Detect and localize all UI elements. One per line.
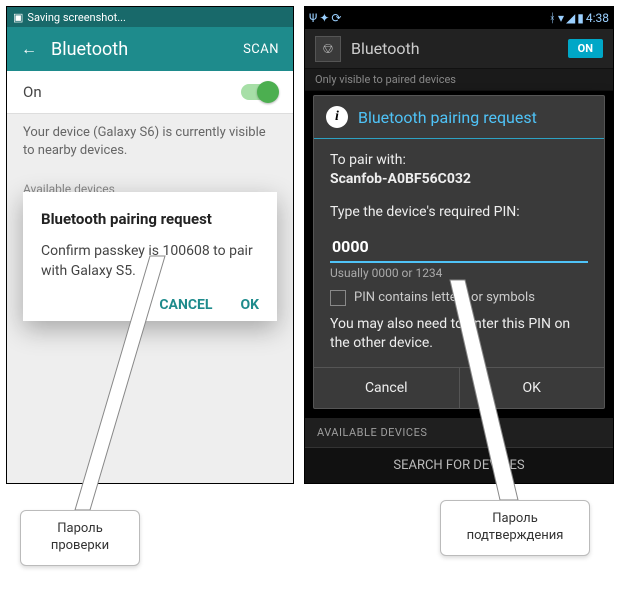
checkbox-row[interactable]: PIN contains letters or symbols <box>330 289 588 307</box>
available-devices-label: AVAILABLE DEVICES <box>305 418 613 447</box>
visibility-strip: Only visible to paired devices <box>305 69 613 91</box>
bluetooth-icon: ᚼ <box>549 11 556 25</box>
pairing-dialog: i Bluetooth pairing request To pair with… <box>313 95 605 409</box>
phone-right: Ψ ✦ ⟳ ᚼ ▾ ◢ ▮ 4:38 ⎊ Bluetooth ON Only v… <box>304 6 614 484</box>
bluetooth-app-icon: ⎊ <box>315 36 341 62</box>
pairing-dialog: Bluetooth pairing request Confirm passke… <box>23 192 277 321</box>
dialog-title: Bluetooth pairing request <box>41 210 259 228</box>
phone-left: ▣ Saving screenshot... ← Bluetooth SCAN … <box>6 6 294 484</box>
pair-label: To pair with: <box>330 151 588 170</box>
ok-button[interactable]: OK <box>460 368 605 408</box>
search-devices-button[interactable]: SEARCH FOR DEVICES <box>305 447 613 483</box>
cancel-button[interactable]: Cancel <box>314 368 460 408</box>
pin-prompt: Type the device's required PIN: <box>330 203 588 222</box>
sync-icon: ⟳ <box>331 11 341 25</box>
on-button[interactable]: ON <box>568 39 603 58</box>
status-bar: Ψ ✦ ⟳ ᚼ ▾ ◢ ▮ 4:38 <box>305 7 613 29</box>
page-title: Bluetooth <box>351 39 420 58</box>
pin-input[interactable]: 0000 <box>330 232 588 264</box>
dialog-title: Bluetooth pairing request <box>358 108 537 127</box>
pin-hint: Usually 0000 or 1234 <box>330 265 588 281</box>
clock-text: 4:38 <box>586 11 609 25</box>
checkbox-label: PIN contains letters or symbols <box>354 289 535 307</box>
usb-icon: Ψ <box>309 11 317 25</box>
cancel-button[interactable]: CANCEL <box>159 297 212 313</box>
dialog-message: Confirm passkey is 100608 to pair with G… <box>41 242 259 281</box>
callout-left: Пароль проверки <box>20 510 140 566</box>
ok-button[interactable]: OK <box>240 297 259 313</box>
info-icon: i <box>326 106 348 128</box>
wifi-icon: ▾ <box>558 11 564 25</box>
callout-right: Пароль подтверждения <box>440 500 590 556</box>
debug-icon: ✦ <box>319 11 329 25</box>
advice-text: You may also need to enter this PIN on t… <box>330 315 588 353</box>
device-name: Scanfob-A0BF56C032 <box>330 170 588 189</box>
checkbox-icon[interactable] <box>330 290 346 306</box>
battery-icon: ▮ <box>577 11 584 25</box>
app-bar: ⎊ Bluetooth ON <box>305 29 613 69</box>
signal-icon: ◢ <box>566 11 575 25</box>
